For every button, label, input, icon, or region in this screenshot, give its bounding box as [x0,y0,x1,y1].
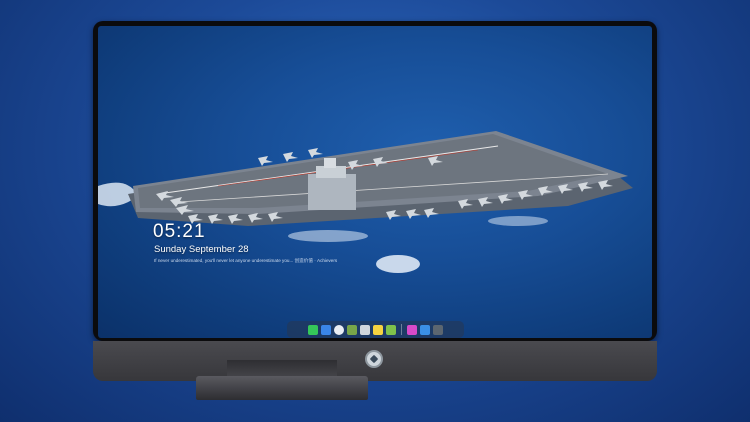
photos-icon[interactable] [386,324,396,335]
itunes-icon[interactable] [407,324,417,335]
safari-icon[interactable] [334,324,344,335]
app-store-icon[interactable] [420,324,430,335]
notes-icon[interactable] [373,324,383,335]
screen: 05:21 Sunday September 28 If never under… [98,26,652,338]
dock [287,321,464,338]
aircraft-carrier-wallpaper [98,131,633,273]
camera-icon[interactable] [433,324,443,335]
claquette-icon[interactable] [360,324,370,335]
lockscreen-time: 05:21 [153,221,206,242]
monitor-bezel: 05:21 Sunday September 28 If never under… [93,21,657,341]
brand-logo-icon [365,350,383,368]
imac-monitor: 05:21 Sunday September 28 If never under… [93,21,657,383]
dock-separator [401,324,402,335]
preview-icon[interactable] [347,324,357,335]
lockscreen-quote: If never underestimated, you'll never le… [154,258,338,263]
messages-icon[interactable] [308,324,318,335]
lockscreen-date: Sunday September 28 [154,244,249,255]
monitor-stand [196,376,368,400]
finder-icon[interactable] [321,324,331,335]
